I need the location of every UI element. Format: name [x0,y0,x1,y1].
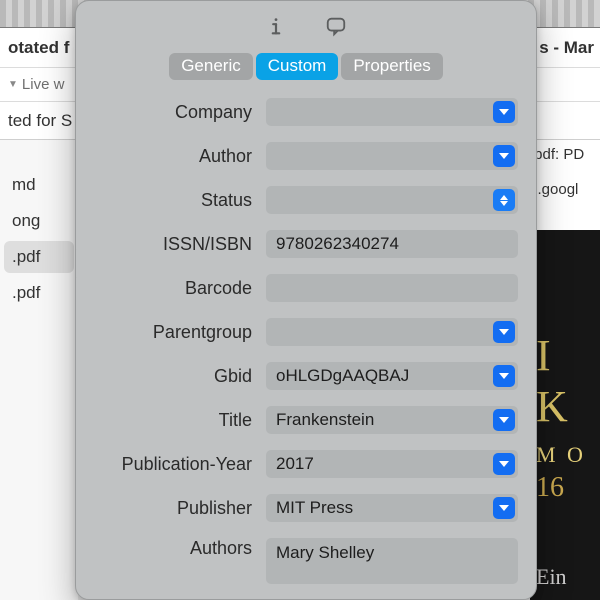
field-value: Frankenstein [276,410,374,430]
field-label: Author [94,146,266,167]
status-input[interactable] [266,186,518,214]
field-row: Company [94,98,518,126]
author-input[interactable] [266,142,518,170]
field-label: Parentgroup [94,322,266,343]
field-label: ISSN/ISBN [94,234,266,255]
field-label: Title [94,410,266,431]
book-subtitle-frag: M O [536,442,600,468]
chat-bubble-icon[interactable] [325,15,347,37]
field-value: MIT Press [276,498,353,518]
sidebar-item[interactable]: .pdf [4,277,74,309]
title-input[interactable]: Frankenstein [266,406,518,434]
field-label: Publisher [94,498,266,519]
field-row: ISSN/ISBN 9780262340274 [94,230,518,258]
dropdown-chevron-icon[interactable] [493,409,515,431]
field-row: Status [94,186,518,214]
bg-right-snippets: .pdf: PD s.googl [526,140,600,230]
dropdown-chevron-icon[interactable] [493,453,515,475]
field-label: Gbid [94,366,266,387]
gbid-input[interactable]: oHLGDgAAQBAJ [266,362,518,390]
tab-properties[interactable]: Properties [341,53,442,80]
book-number-frag: 16 [536,472,600,504]
company-input[interactable] [266,98,518,126]
stepper-updown-icon[interactable] [493,189,515,211]
field-label: Barcode [94,278,266,299]
chevron-down-icon: ▼ [8,79,18,90]
field-label: Status [94,190,266,211]
dropdown-chevron-icon[interactable] [493,321,515,343]
publication-year-input[interactable]: 2017 [266,450,518,478]
field-value: oHLGDgAAQBAJ [276,366,409,386]
bg-snippet-2: s.googl [530,181,596,198]
sidebar-item[interactable]: .pdf [4,241,74,273]
publisher-input[interactable]: MIT Press [266,494,518,522]
popover-header [76,1,536,53]
metadata-form: Company Author Status ISSN/ISBN 978026234027… [76,98,536,584]
field-value: Mary Shelley [276,543,374,563]
field-row: Title Frankenstein [94,406,518,434]
field-row: Publisher MIT Press [94,494,518,522]
bg-subtitle-left: ted for S [8,111,72,131]
dropdown-chevron-icon[interactable] [493,497,515,519]
field-label: Publication-Year [94,454,266,475]
tab-segmented-control: GenericCustomProperties [76,53,536,98]
field-value: 2017 [276,454,314,474]
bg-title-right: s - Mar [539,38,594,58]
metadata-popover: GenericCustomProperties Company Author Sta… [75,0,537,600]
parentgroup-input[interactable] [266,318,518,346]
dropdown-chevron-icon[interactable] [493,101,515,123]
field-label: Company [94,102,266,123]
book-caption-frag: Ein [536,564,600,590]
book-title-frag: I K [536,330,600,432]
field-value: 9780262340274 [276,234,399,254]
barcode-input[interactable] [266,274,518,302]
sidebar-item[interactable]: md [4,169,74,201]
dropdown-chevron-icon[interactable] [493,365,515,387]
tab-custom[interactable]: Custom [256,53,339,80]
field-row: Authors Mary Shelley [94,538,518,584]
field-row: Barcode [94,274,518,302]
issn-isbn-input[interactable]: 9780262340274 [266,230,518,258]
field-label: Authors [94,538,266,559]
field-row: Publication-Year 2017 [94,450,518,478]
field-row: Parentgroup [94,318,518,346]
info-icon[interactable] [265,15,287,37]
tab-generic[interactable]: Generic [169,53,253,80]
bg-book-cover: I K M O 16 Ein [530,230,600,600]
bg-snippet-1: .pdf: PD [530,146,596,163]
sidebar-item[interactable]: ong [4,205,74,237]
dropdown-chevron-icon[interactable] [493,145,515,167]
bg-breadcrumb-text: Live w [22,76,65,93]
authors-input[interactable]: Mary Shelley [266,538,518,584]
field-row: Author [94,142,518,170]
bg-title-left: otated f [8,38,69,58]
bg-sidebar: md ong .pdf .pdf [0,140,78,600]
field-row: Gbid oHLGDgAAQBAJ [94,362,518,390]
